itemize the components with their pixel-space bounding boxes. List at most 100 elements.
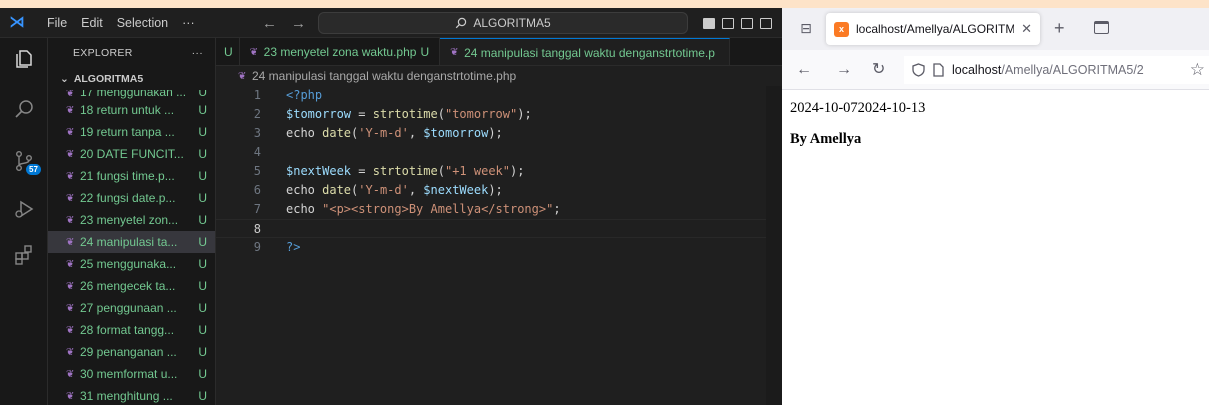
git-untracked-status: U (198, 323, 207, 337)
source-control-badge: 57 (26, 164, 41, 175)
browser-tab-bar: ⊟ x localhost/Amellya/ALGORITMA ✕ + (782, 8, 1209, 50)
php-file-icon: ❦ (66, 148, 75, 160)
line-number: 4 (253, 145, 261, 159)
extensions-icon[interactable] (12, 244, 36, 268)
editor-scrollbar[interactable] (766, 86, 782, 405)
php-file-icon: ❦ (66, 236, 75, 248)
editor-tabs: U ❦ 23 menyetel zona waktu.php U ❦ 24 manipul… (216, 38, 782, 66)
code-token: ); (517, 107, 532, 121)
file-item[interactable]: ❦ 19 return tanpa ... U (48, 121, 215, 143)
file-item[interactable]: ❦ 20 DATE FUNCIT... U (48, 143, 215, 165)
url-bar[interactable]: localhost/Amellya/ALGORITMA5/2 ☆ (904, 56, 1209, 84)
source-control-icon[interactable]: 57 (12, 150, 41, 175)
forward-arrow-icon[interactable]: → (291, 15, 306, 32)
file-name: 29 penanganan ... (80, 345, 177, 359)
code-token: , (408, 183, 424, 197)
code-line[interactable]: 7 echo "<p><strong>By Amellya</strong>"; (216, 200, 782, 219)
php-file-icon: ❦ (66, 104, 75, 116)
customize-layout-icon[interactable] (760, 17, 772, 29)
toggle-secondary-sidebar-icon[interactable] (741, 17, 753, 29)
back-button-icon[interactable]: ← (796, 60, 812, 80)
php-file-icon: ❦ (66, 192, 75, 204)
code-token: = (351, 164, 373, 178)
explorer-header: EXPLORER ··· (48, 38, 215, 68)
line-number: 9 (253, 240, 261, 254)
command-center-search[interactable]: ALGORITMA5 (318, 12, 688, 34)
php-file-icon: ❦ (66, 126, 75, 138)
file-name: 27 penggunaan ... (80, 301, 177, 315)
code-line[interactable]: 1 <?php (216, 86, 782, 105)
file-name: 17 menggunakan ... (80, 90, 187, 99)
file-item[interactable]: ❦ 25 menggunaka... U (48, 253, 215, 275)
code-line[interactable]: 9 ?> (216, 238, 782, 257)
code-line[interactable]: 6 echo date('Y-m-d', $nextWeek); (216, 181, 782, 200)
browser-tab-active[interactable]: x localhost/Amellya/ALGORITMA ✕ (826, 13, 1040, 45)
run-debug-icon[interactable] (12, 198, 36, 222)
line-number: 6 (253, 183, 261, 197)
explorer-more-actions[interactable]: ··· (192, 47, 203, 59)
file-item[interactable]: ❦ 30 memformat u... U (48, 363, 215, 385)
code-line[interactable]: 3 echo date('Y-m-d', $tomorrow); (216, 124, 782, 143)
page-content: 2024-10-072024-10-13 By Amellya (782, 90, 1209, 405)
file-item[interactable]: ❦ 23 menyetel zon... U (48, 209, 215, 231)
bookmark-star-icon[interactable]: ☆ (1185, 60, 1205, 80)
tab-file[interactable]: ❦ 23 menyetel zona waktu.php U (240, 38, 441, 65)
reload-icon[interactable]: ↻ (872, 60, 885, 80)
tab-active[interactable]: ❦ 24 manipulasi tanggal waktu denganstrto… (440, 38, 730, 65)
file-item[interactable]: ❦ 22 fungsi date.p... U (48, 187, 215, 209)
breadcrumb[interactable]: ❦ 24 manipulasi tanggal waktu denganstrt… (216, 66, 782, 86)
code-token: $tomorrow (286, 107, 352, 121)
file-name: 19 return tanpa ... (80, 125, 175, 139)
file-item[interactable]: ❦ 28 format tangg... U (48, 319, 215, 341)
vscode-logo-icon: ⋊ (9, 14, 25, 31)
git-untracked-status: U (198, 191, 207, 205)
chevron-down-icon: ⌄ (60, 73, 69, 85)
file-item[interactable]: ❦ 21 fungsi time.p... U (48, 165, 215, 187)
folder-root[interactable]: ⌄ ALGORITMA5 (48, 68, 215, 90)
menu-more[interactable]: ··· (175, 16, 202, 30)
file-item[interactable]: ❦ 26 mengecek ta... U (48, 275, 215, 297)
code-line[interactable]: 2 $tomorrow = strtotime("tomorrow"); (216, 105, 782, 124)
back-arrow-icon[interactable]: ← (262, 15, 277, 32)
menu-file[interactable]: File (40, 16, 74, 30)
menu-bar: File Edit Selection ··· (40, 8, 202, 38)
menu-selection[interactable]: Selection (110, 16, 175, 30)
url-path: /Amellya/ALGORITMA5/2 (1001, 63, 1144, 77)
code-line[interactable]: 8 (216, 219, 782, 238)
search-view-icon[interactable] (12, 98, 36, 122)
explorer-files-icon[interactable] (12, 48, 36, 72)
code-line[interactable]: 4 (216, 143, 782, 162)
file-item[interactable]: ❦ 24 manipulasi ta... U (48, 231, 215, 253)
file-name: 22 fungsi date.p... (80, 191, 176, 205)
code-token: = (351, 107, 373, 121)
code-editor[interactable]: 1 <?php 2 $tomorrow = strtotime("tomorrow")… (216, 86, 782, 405)
window-icon[interactable] (1094, 21, 1109, 34)
menu-edit[interactable]: Edit (74, 16, 110, 30)
code-token: $tomorrow (423, 126, 489, 140)
search-icon (456, 17, 467, 29)
file-item[interactable]: ❦ 18 return untuk ... U (48, 99, 215, 121)
line-number: 8 (253, 222, 261, 236)
close-tab-icon[interactable]: ✕ (1021, 21, 1032, 37)
code-token: ); (488, 126, 503, 140)
list-all-tabs-icon[interactable]: ⊟ (798, 20, 814, 36)
tab-label: 24 manipulasi tanggal waktu denganstrtot… (464, 45, 715, 60)
file-item[interactable]: ❦ 31 menghitung ... U (48, 385, 215, 405)
git-untracked-status: U (198, 301, 207, 315)
browser-window: ⊟ x localhost/Amellya/ALGORITMA ✕ + ← → … (782, 8, 1209, 405)
file-item[interactable]: ❦ 29 penanganan ... U (48, 341, 215, 363)
file-item[interactable]: ❦ 17 menggunakan ... U (48, 90, 215, 99)
tab-file[interactable]: U (216, 38, 240, 65)
toggle-panel-icon[interactable] (722, 17, 734, 29)
code-text: <?php (286, 86, 322, 105)
code-line[interactable]: 5 $nextWeek = strtotime("+1 week"); (216, 162, 782, 181)
forward-button-icon[interactable]: → (836, 60, 852, 80)
new-tab-button[interactable]: + (1054, 18, 1065, 38)
toggle-sidebar-icon[interactable] (703, 17, 715, 29)
file-item[interactable]: ❦ 27 penggunaan ... U (48, 297, 215, 319)
code-token: echo (286, 202, 323, 216)
code-token: "+1 week" (444, 164, 511, 178)
php-file-icon: ❦ (66, 214, 75, 226)
author-output: By Amellya (790, 131, 862, 147)
code-token: "tomorrow" (444, 107, 518, 121)
